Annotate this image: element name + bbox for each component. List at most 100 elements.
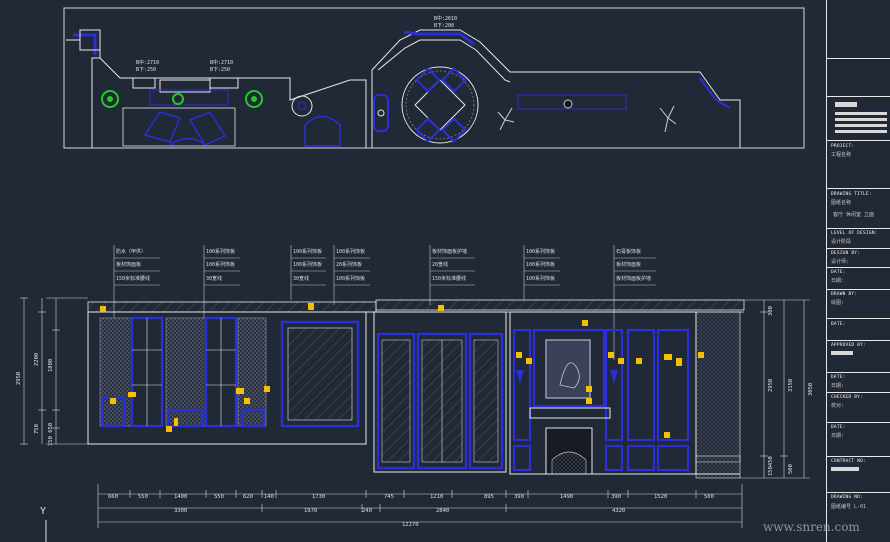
note-2-line3: 30宽线 xyxy=(206,275,222,282)
logo-bar-2 xyxy=(835,112,887,115)
dim-right-500: 500 xyxy=(788,464,794,474)
plan-tag-left-line2: B下:250 xyxy=(136,67,156,73)
plan-tags: B中:2610 B下:200 B中:2710 B下:250 B中:2710 B下… xyxy=(136,15,457,73)
dim-left-2200: 2200 xyxy=(34,353,40,366)
dim-sub-4320: 4320 xyxy=(612,508,625,514)
dim-right-3150: 3150 xyxy=(788,379,794,392)
note-5-line1: 板材饰面板护墙 xyxy=(432,248,467,255)
dim-sub-1970: 1970 xyxy=(304,508,317,514)
date2-label: DATE: xyxy=(831,322,846,327)
logo-bar-1 xyxy=(835,102,857,107)
note-3-line3: 30宽线 xyxy=(293,275,309,282)
dim-bottom-895: 895 xyxy=(484,494,494,500)
project-value[interactable]: 工程名称 xyxy=(831,151,851,158)
plan-dining-table xyxy=(373,66,479,144)
watermark: www.snren.com xyxy=(763,520,860,534)
note-4-line1: 100系列饰板 xyxy=(336,248,365,255)
cad-drawing-canvas[interactable]: B中:2610 B下:200 B中:2710 B下:250 B中:2710 B下… xyxy=(0,0,890,542)
dim-left-2950: 2950 xyxy=(16,372,22,385)
elevation-right-wall xyxy=(509,311,741,479)
note-7-line3: 板材饰面板护墙 xyxy=(616,275,651,282)
dim-bottom-620: 620 xyxy=(243,494,253,500)
drawn-label: DRAWN BY: xyxy=(831,292,858,297)
drawn-value[interactable]: 绘图: xyxy=(831,299,844,306)
elevation-middle-wall xyxy=(373,311,507,473)
plan-wall-niches xyxy=(79,29,627,110)
plan-tag-mid-line1: B中:2710 xyxy=(210,59,233,66)
note-6-line3: 100系列饰板 xyxy=(526,275,555,282)
dim-sub-2840: 2840 xyxy=(436,508,449,514)
contract-label: CONTRACT NO: xyxy=(831,459,866,464)
date1-value[interactable]: 日期: xyxy=(831,277,844,284)
ceiling-band xyxy=(87,299,745,313)
title-block[interactable]: PROJECT: 工程名称 DRAWING TITLE: 图纸名称 客厅 休闲室… xyxy=(826,0,890,542)
logo-bar-5 xyxy=(835,130,887,133)
dim-bottom-390b: 390 xyxy=(611,494,621,500)
dim-bottom-140: 140 xyxy=(264,494,274,500)
dim-left-1800: 1800 xyxy=(48,359,54,372)
dim-left-150-650: 150 650 xyxy=(48,423,54,446)
design-label: DESIGN BY: xyxy=(831,251,861,256)
dim-right-150450: 150450 xyxy=(768,456,774,476)
note-7-line2: 板材饰面板 xyxy=(616,261,641,268)
dim-bottom-660: 660 xyxy=(108,494,118,500)
plan-sofa-group-left xyxy=(122,107,341,147)
dim-bottom-1400: 1400 xyxy=(174,494,187,500)
project-label: PROJECT: xyxy=(831,144,855,149)
note-1-line2: 板材饰面板 xyxy=(116,261,141,268)
drawing-title-sub[interactable]: 客厅 休闲室 立面 xyxy=(833,211,874,218)
note-5-line2: 20宽线 xyxy=(432,261,448,268)
elevation-view[interactable]: 防水（甲供） 板材饰面板 150米标准腰线 100系列饰板 100系列饰板 30… xyxy=(87,245,745,479)
drawing-no-value[interactable]: 图纸编号 L-01 xyxy=(831,503,866,510)
note-3-line2: 100系列饰板 xyxy=(293,261,322,268)
dim-bottom-390a: 390 xyxy=(514,494,524,500)
note-2-line2: 100系列饰板 xyxy=(206,261,235,268)
dim-right-2950: 2950 xyxy=(768,379,774,392)
dim-bottom-1520: 1520 xyxy=(654,494,667,500)
fireplace-mantel xyxy=(529,407,611,419)
dim-sub-3300: 3300 xyxy=(174,508,187,514)
dim-bottom-1730: 1730 xyxy=(312,494,325,500)
date4-label: DATE: xyxy=(831,425,846,430)
contract-value-bar xyxy=(831,467,859,471)
date3-label: DATE: xyxy=(831,375,846,380)
dim-bottom-1210: 1210 xyxy=(430,494,443,500)
plan-view[interactable]: B中:2610 B下:200 B中:2710 B下:250 B中:2710 B下… xyxy=(63,7,805,149)
plan-tag-top-line2: B下:200 xyxy=(434,23,454,29)
ucs-y-label: Y xyxy=(40,506,47,517)
date3-value[interactable]: 日期: xyxy=(831,382,844,389)
note-5-line3: 150米标准腰线 xyxy=(432,275,466,282)
approved-label: APPROVED BY: xyxy=(831,343,866,348)
plan-plants xyxy=(101,90,313,117)
approved-value-bar xyxy=(831,351,853,355)
note-3-line1: 100系列饰板 xyxy=(293,248,322,255)
drawing-title-value[interactable]: 图纸名称 xyxy=(831,199,851,206)
dim-bottom-550b: 550 xyxy=(214,494,224,500)
elevation-notes: 防水（甲供） 板材饰面板 150米标准腰线 100系列饰板 100系列饰板 30… xyxy=(116,248,651,282)
note-2-line1: 100系列饰板 xyxy=(206,248,235,255)
date4-value[interactable]: 日期: xyxy=(831,432,844,439)
fireplace-painting xyxy=(545,339,591,399)
plan-tag-top-line1: B中:2610 xyxy=(434,15,457,22)
plan-tag-mid-line2: B下:250 xyxy=(210,67,230,73)
level-value[interactable]: 设计阶段 xyxy=(831,238,851,245)
note-1-line1: 防水（甲供） xyxy=(116,248,146,255)
dim-sub-240: 240 xyxy=(362,508,372,514)
elevation-left-wall xyxy=(87,311,367,445)
note-7-line1: 石膏板饰板 xyxy=(616,248,641,255)
drawing-no-label: DRAWING NO: xyxy=(831,495,864,500)
drawing-title-label: DRAWING TITLE: xyxy=(831,192,872,197)
logo-bar-4 xyxy=(835,124,887,127)
note-6-line2: 100系列饰板 xyxy=(526,261,555,268)
dim-total-12270: 12270 xyxy=(402,522,419,528)
note-6-line1: 100系列饰板 xyxy=(526,248,555,255)
dim-bottom-550a: 550 xyxy=(138,494,148,500)
checked-value[interactable]: 校对: xyxy=(831,402,844,409)
dim-right-300: 300 xyxy=(768,306,774,316)
plan-tag-left-line1: B中:2710 xyxy=(136,59,159,66)
note-1-line3: 150米标准腰线 xyxy=(116,275,150,282)
dim-bottom-745: 745 xyxy=(384,494,394,500)
design-value[interactable]: 设计师: xyxy=(831,258,849,265)
note-4-line2: 20系列饰板 xyxy=(336,261,362,268)
dim-bottom-1490: 1490 xyxy=(560,494,573,500)
